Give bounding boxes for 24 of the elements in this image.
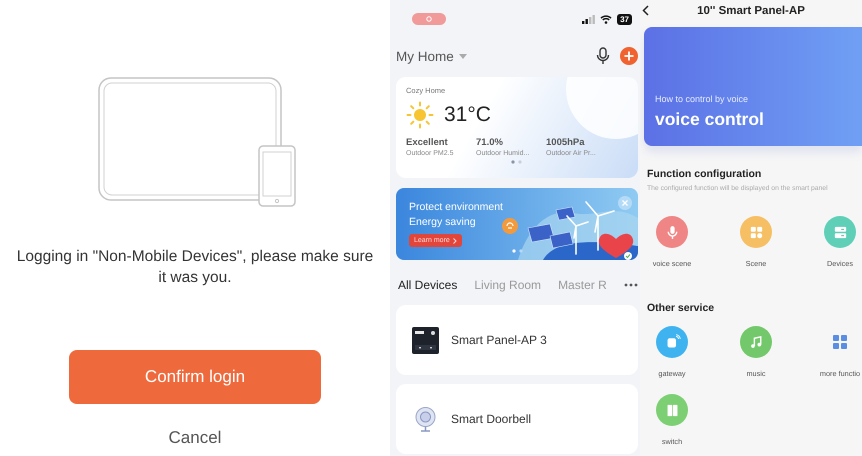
stat-value: 1005hPa: [546, 137, 586, 148]
stat-value: 71.0%: [476, 137, 504, 148]
cancel-button[interactable]: Cancel: [164, 426, 226, 450]
banner-title: Protect environment: [409, 200, 503, 215]
temperature: 31°C: [444, 103, 491, 127]
login-message: Logging in "Non-Mobile Devices", please make sure it was you.: [16, 247, 374, 288]
home-selector[interactable]: My Home: [396, 48, 467, 64]
stat-value: Excellent: [406, 137, 449, 148]
room-tab[interactable]: All Devices: [398, 278, 458, 292]
room-tab[interactable]: Master R: [558, 278, 607, 292]
page-title: 10'' Smart Panel-AP: [697, 5, 805, 17]
section-heading: Function configuration: [647, 168, 762, 180]
device-card[interactable]: Smart Doorbell: [396, 384, 638, 454]
confirm-login-button[interactable]: Confirm login: [69, 350, 321, 404]
card-title: voice control: [655, 109, 765, 130]
device-name: Smart Doorbell: [451, 412, 532, 426]
voice-control-card[interactable]: How to control by voice voice control: [644, 27, 862, 146]
section-heading: Other service: [647, 302, 716, 314]
banner-subtitle: Energy saving: [409, 215, 476, 230]
device-card[interactable]: Smart Panel-AP 3: [396, 305, 638, 375]
room-tab[interactable]: Living Room: [474, 278, 542, 292]
card-subtitle: How to control by voice: [655, 94, 750, 104]
battery-level: 37: [617, 14, 632, 24]
device-name: Smart Panel-AP 3: [451, 333, 547, 347]
